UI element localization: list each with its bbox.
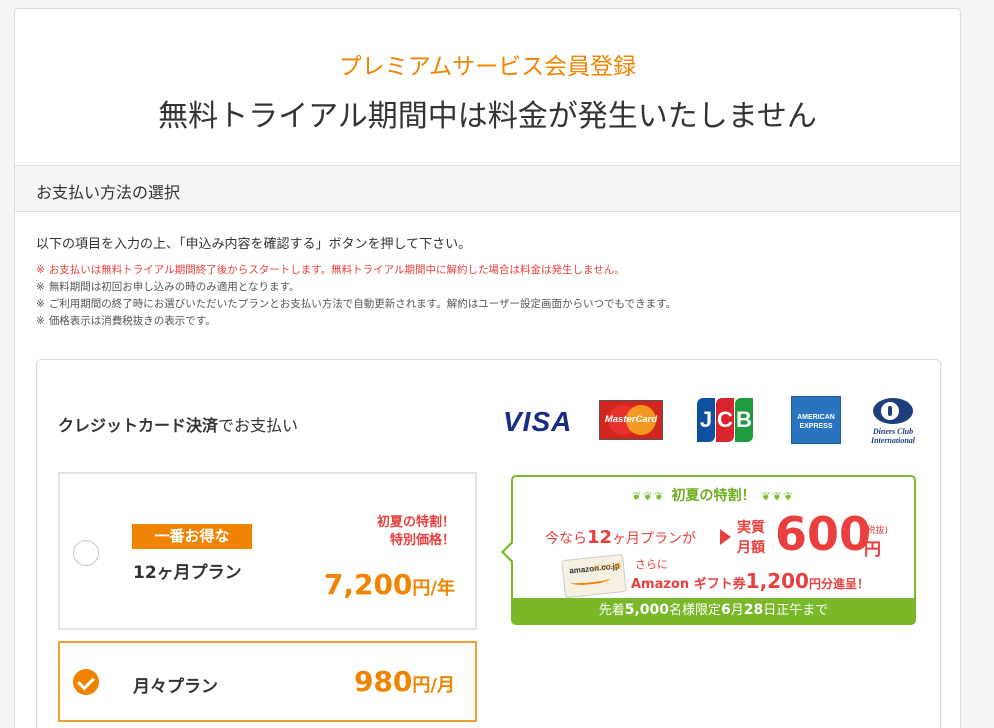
plan-option-monthly[interactable]: 月々プラン 980円/月: [58, 641, 477, 722]
promo-deadline: 先着5,000名様限定6月28日正午まで: [513, 598, 914, 623]
intro-text: 以下の項目を入力の上、「申込み内容を確認する」ボタンを押して下さい。: [36, 237, 472, 252]
check-icon[interactable]: [73, 669, 99, 695]
registration-page: プレミアムサービス会員登録 無料トライアル期間中は料金が発生いたしません お支払…: [14, 8, 961, 728]
leaf-decoration-icon: ❦❦❦: [632, 490, 672, 503]
arrow-right-icon: [720, 529, 731, 545]
promo-now-text: 今なら12ヶ月プランが: [545, 527, 697, 548]
leaf-decoration-icon: ❦❦❦: [755, 490, 795, 503]
plan-price-monthly: 980円/月: [353, 665, 455, 698]
best-value-badge: 一番お得な: [132, 524, 252, 549]
promo-effective-label: 実質 月額: [737, 520, 765, 556]
promo-bubble: ❦❦❦ 初夏の特割！ ❦❦❦ 今なら12ヶ月プランが 実質 月額 600 (税抜)…: [501, 475, 916, 625]
note-mark: ※: [36, 315, 45, 327]
credit-card-title-bold: クレジットカード決済: [58, 416, 219, 435]
mastercard-logo: MasterCard: [599, 400, 663, 440]
gift-offer: Amazon ギフト券1,200円分進呈！: [631, 569, 869, 593]
note-text: お支払いは無料トライアル期間終了後からスタートします。無料トライアル期間中に解約…: [48, 264, 625, 276]
section-header: お支払い方法の選択: [15, 165, 960, 212]
note-item: ※ お支払いは無料トライアル期間終了後からスタートします。無料トライアル期間中に解…: [36, 262, 676, 279]
section-title: お支払い方法の選択: [36, 183, 181, 202]
note-item: ※ 価格表示は消費税抜きの表示です。: [36, 313, 676, 330]
jcb-logo: J C B: [697, 398, 753, 442]
bubble-tail: [501, 541, 513, 563]
notes-list: ※ お支払いは無料トライアル期間終了後からスタートします。無料トライアル期間中に解…: [36, 262, 676, 330]
plan-price-yearly: 7,200円/年: [323, 568, 455, 601]
note-text: 無料期間は初回お申し込みの時のみ適用となります。: [48, 281, 300, 293]
page-subtitle: プレミアムサービス会員登録: [338, 54, 637, 80]
page-title: 無料トライアル期間中は料金が発生いたしません: [158, 99, 817, 134]
plan-option-yearly[interactable]: 一番お得な 12ヶ月プラン 初夏の特割！ 特別価格！ 7,200円/年: [58, 472, 477, 630]
amex-logo: AMERICAN EXPRESS: [791, 396, 841, 444]
credit-card-title-rest: でお支払い: [218, 416, 299, 435]
promo-heading: ❦❦❦ 初夏の特割！ ❦❦❦: [632, 488, 795, 504]
credit-card-panel: クレジットカード決済でお支払い VISA MasterCard J C B AM…: [36, 359, 941, 728]
diners-club-logo: Diners Club International: [863, 396, 923, 446]
plan-radio-yearly[interactable]: [73, 540, 99, 566]
page-header: プレミアムサービス会員登録 無料トライアル期間中は料金が発生いたしません: [15, 9, 960, 165]
credit-card-title: クレジットカード決済でお支払い: [58, 412, 298, 436]
note-mark: ※: [36, 298, 45, 310]
note-item: ※ 無料期間は初回お申し込みの時のみ適用となります。: [36, 279, 676, 296]
note-text: 価格表示は消費税抜きの表示です。: [48, 315, 216, 327]
yen-unit: 円: [864, 540, 881, 560]
plan-name-yearly: 12ヶ月プラン: [133, 563, 242, 583]
note-text: ご利用期間の終了時にお選びいただいたプランとお支払い方法で自動更新されます。解約…: [48, 298, 677, 310]
yearly-promo-text: 初夏の特割！ 特別価格！: [376, 515, 455, 548]
note-mark: ※: [36, 264, 45, 276]
plan-name-monthly: 月々プラン: [133, 677, 218, 697]
visa-logo: VISA: [503, 406, 573, 437]
amazon-gift-card-icon: amazon.co.jp ギフト券: [561, 553, 627, 599]
note-mark: ※: [36, 281, 45, 293]
promo-monthly-price: 600: [775, 507, 872, 561]
card-logos: VISA MasterCard J C B AMERICAN EXPRESS Di…: [503, 396, 923, 448]
note-item: ※ ご利用期間の終了時にお選びいただいたプランとお支払い方法で自動更新されます。解…: [36, 296, 676, 313]
